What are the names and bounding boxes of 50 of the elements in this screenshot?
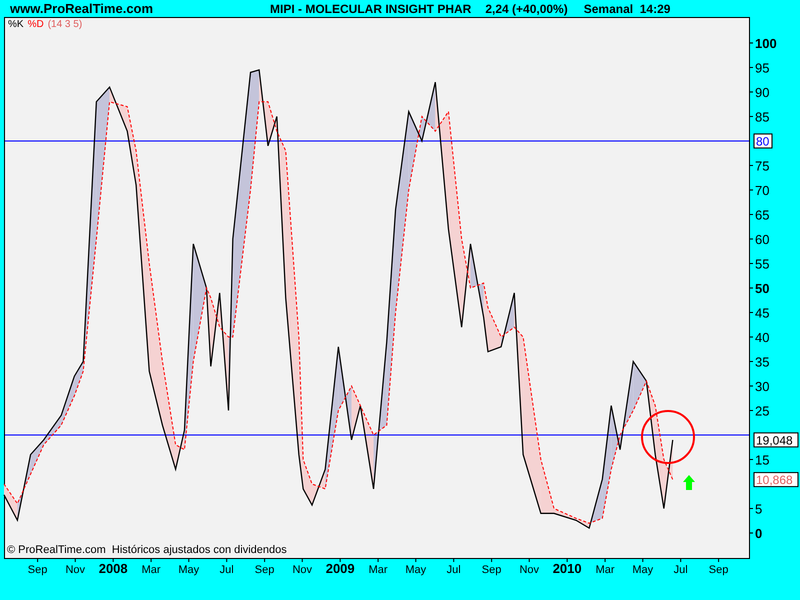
y-tick-label: 55 xyxy=(755,256,770,272)
x-tick-label: 2010 xyxy=(552,561,582,576)
x-tick-label: Sep xyxy=(254,564,274,576)
x-tick-label: Nov xyxy=(66,564,86,576)
x-tick-label: May xyxy=(178,564,200,576)
value-badge: 10,868 xyxy=(754,472,798,488)
legend-label: %D xyxy=(28,18,44,31)
y-tick-label: 30 xyxy=(755,379,770,394)
x-tick-label: May xyxy=(405,564,426,576)
price-change: 2,24 (+40,00%) xyxy=(485,2,568,16)
y-tick-label: 70 xyxy=(755,182,770,198)
x-tick-label: 2008 xyxy=(98,561,128,576)
legend-params: (14 3 5) xyxy=(48,18,82,31)
y-tick-label: 15 xyxy=(755,452,770,468)
value-badge: 80 xyxy=(754,133,772,148)
x-tick-label: Nov xyxy=(519,564,540,576)
highlight-circle xyxy=(641,410,695,464)
x-tick-label: Jul xyxy=(220,564,234,576)
legend-label: %K xyxy=(8,18,24,31)
site-name: www.ProRealTime.com xyxy=(10,2,154,16)
x-tick-label: Jul xyxy=(674,564,688,576)
x-tick-label: Nov xyxy=(292,564,312,576)
y-tick-label: 90 xyxy=(755,84,770,100)
y-tick-label: 95 xyxy=(755,60,770,76)
y-tick-label: 0 xyxy=(755,526,762,541)
x-tick-label: Mar xyxy=(596,564,615,576)
x-tick-label: Sep xyxy=(708,564,728,576)
x-tick-label: 2009 xyxy=(326,561,355,576)
chart-title: MIPI - MOLECULAR INSIGHT PHAR xyxy=(270,2,472,16)
y-tick-label: 40 xyxy=(755,330,770,345)
up-arrow-icon xyxy=(683,475,695,490)
y-tick-label: 50 xyxy=(755,281,770,296)
y-tick-label: 60 xyxy=(755,232,770,247)
x-tick-label: Jul xyxy=(446,564,461,576)
x-tick-label: Mar xyxy=(142,564,161,576)
copyright-note: © ProRealTime.com Históricos ajustados con dividendos xyxy=(6,544,288,558)
y-tick-label: 65 xyxy=(755,207,770,222)
x-tick-label: Mar xyxy=(368,564,388,576)
y-tick-label: 85 xyxy=(755,109,770,124)
y-tick-label: 45 xyxy=(755,306,770,320)
x-tick-label: Sep xyxy=(28,564,48,576)
x-tick-label: May xyxy=(632,564,654,576)
y-tick-label: 35 xyxy=(755,354,770,370)
period-time: Semanal 14:29 xyxy=(584,2,670,16)
y-tick-label: 5 xyxy=(755,502,762,516)
x-tick-label: Sep xyxy=(482,564,502,576)
y-tick-label: 100 xyxy=(755,36,777,51)
y-tick-label: 25 xyxy=(755,404,770,418)
value-badge: 19,048 xyxy=(754,432,798,448)
y-tick-label: 75 xyxy=(755,158,770,174)
